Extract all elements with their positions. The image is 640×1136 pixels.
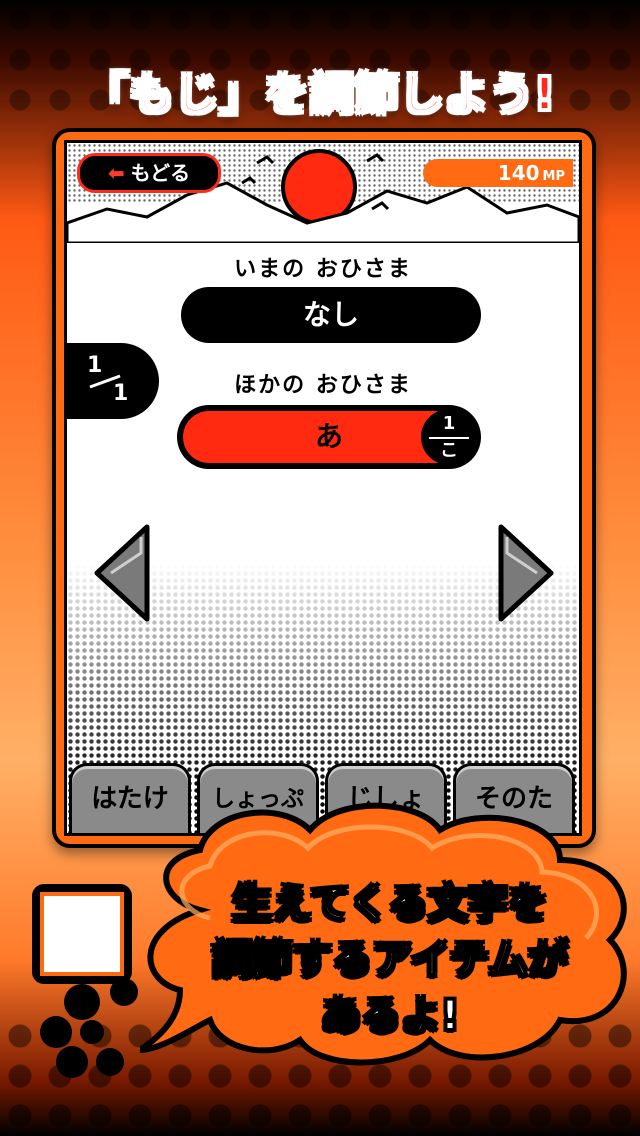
page-indicator: 1 1 [67, 343, 159, 419]
other-sun-selector[interactable]: あ 1 こ [177, 405, 481, 469]
next-arrow-button[interactable] [495, 523, 557, 623]
mascot-character [32, 884, 138, 1078]
bubble-line-3: あるよ! [320, 992, 460, 1040]
game-frame: ⬅ もどる 140 MP いまの おひさま なし ほかの おひさま あ 1 こ 1 … [52, 128, 596, 848]
bubble-line-1: 生えてくる文字を [231, 880, 549, 928]
promo-headline: 「もじ」を調節しよう! [83, 68, 556, 121]
game-screen: ⬅ もどる 140 MP いまの おひさま なし ほかの おひさま あ 1 こ 1 … [64, 140, 582, 836]
back-button[interactable]: ⬅ もどる [77, 153, 221, 193]
back-arrow-icon: ⬅ [107, 161, 125, 185]
page-current: 1 [87, 353, 103, 378]
current-sun-label: いまの おひさま [234, 257, 412, 282]
mp-value: 140 [497, 161, 540, 185]
current-sun-value: なし [181, 287, 481, 343]
bubble-line-2: 調節するアイテムが [211, 936, 569, 984]
mp-unit: MP [542, 169, 565, 184]
item-count-badge: 1 こ [421, 409, 477, 465]
item-count: 1 [442, 413, 456, 434]
item-count-unit: こ [440, 440, 458, 461]
back-label: もどる [130, 161, 191, 185]
page-total: 1 [113, 381, 129, 406]
mp-counter: 140 MP [423, 159, 573, 187]
bubble-message: 生えてくる文字を 調節するアイテムが あるよ! [170, 876, 610, 1044]
prev-arrow-button[interactable] [91, 523, 153, 623]
